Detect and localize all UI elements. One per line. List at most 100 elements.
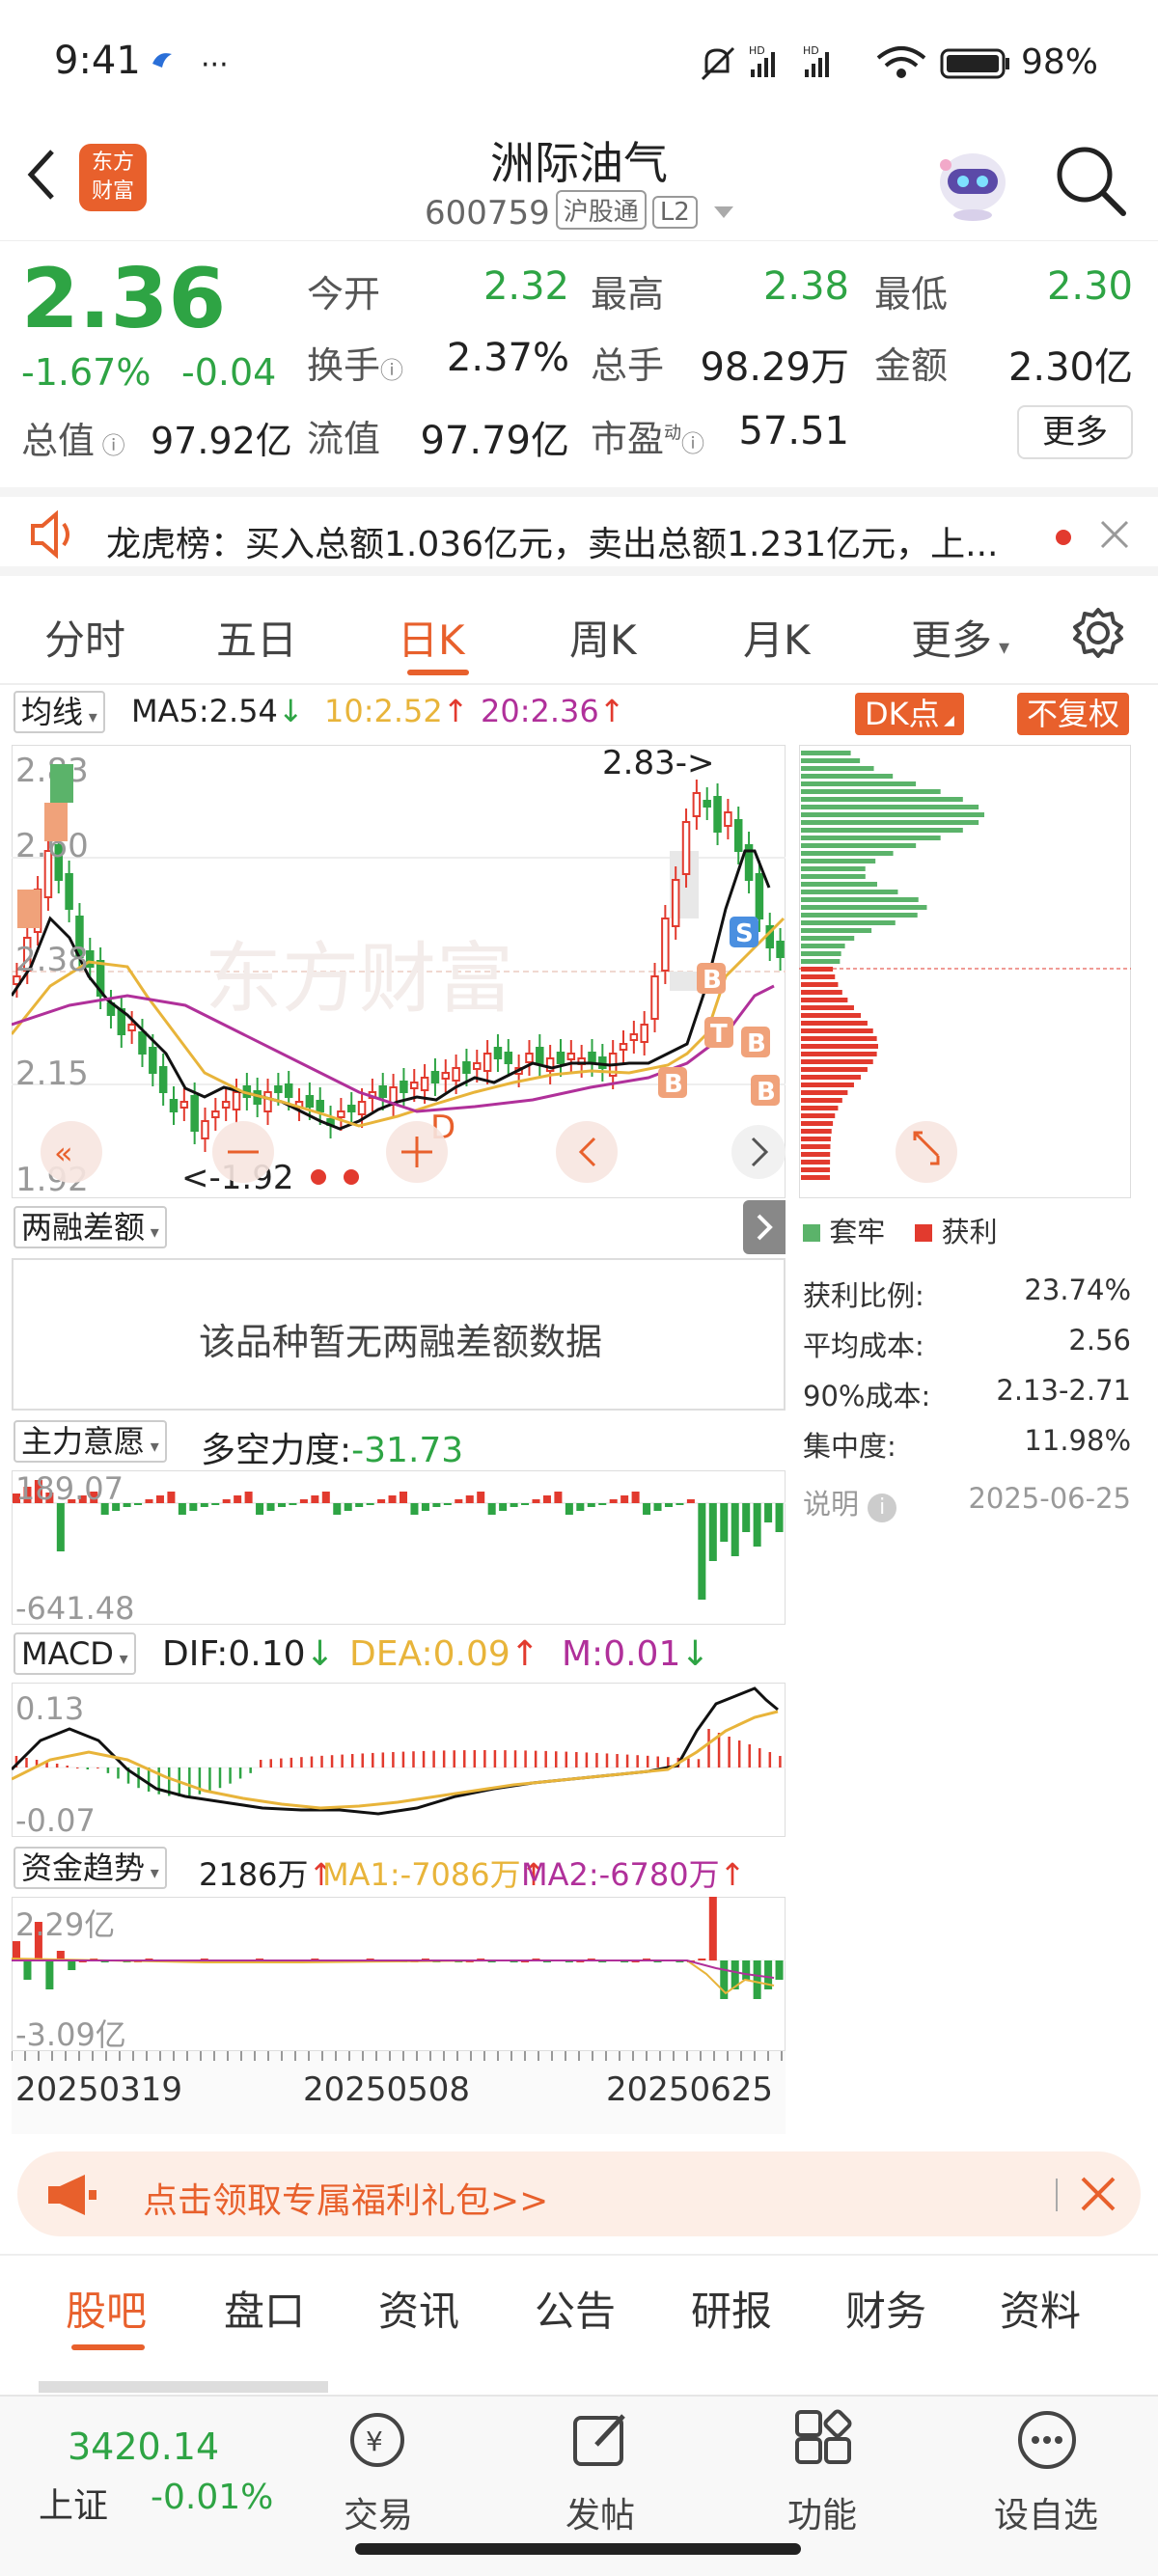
tab-announcements[interactable]: 公告 [535,2279,616,2338]
svg-text:B: B [747,1029,766,1058]
fund-bar [753,1960,761,1999]
kline-watermark: 东方财富 [205,934,513,1024]
main-force-selector[interactable]: 主力意愿 ▾ [14,1420,167,1463]
main-force-bar [499,1503,508,1511]
battery-percent: 98% [1021,42,1099,82]
macd-m: M:0.01↓ [562,1634,710,1674]
tab-5day[interactable]: 五日 [216,608,297,667]
nav-features[interactable]: 功能 [755,2487,890,2537]
main-force-bar [643,1503,651,1515]
tab-weekly-k[interactable]: 周K [569,608,637,667]
nav-trade[interactable]: 交易 [311,2487,446,2537]
fund-trend-chart[interactable]: 2.29亿 -3.09亿 [12,1897,786,2051]
tab-finance[interactable]: 财务 [845,2279,926,2338]
nav-post[interactable]: 发帖 [533,2487,668,2537]
chip-bar-trapped [801,897,919,902]
chip-bar-trapped [801,774,894,779]
main-force-bar [189,1503,198,1511]
chip-row-2: 90%成本: 2.13-2.71 [803,1374,1131,1412]
main-force-bar [200,1503,208,1507]
tab-daily-k[interactable]: 日K [398,608,465,667]
tab-intraday[interactable]: 分时 [44,608,125,667]
notice-bar[interactable]: 龙虎榜：买入总额1.036亿元，卖出总额1.231亿元，上... [0,487,1158,576]
info-icon[interactable]: ⓘ [95,432,125,459]
macd-bar [605,1753,609,1768]
dk-point-button[interactable]: DK点 ◢ [855,693,964,735]
macd-chart[interactable]: 0.13 -0.07 [12,1683,786,1837]
robot-assistant-icon[interactable] [926,132,1019,225]
settings-gear-icon[interactable] [1071,606,1125,660]
trade-icon[interactable]: ¥ [345,2408,409,2472]
chip-bar-trapped [801,781,917,786]
macd-bar [86,1768,90,1769]
post-icon[interactable] [569,2408,633,2472]
macd-bar [25,1758,28,1768]
turnover-label: 换手ⓘ [307,344,404,387]
fund-bar [708,1897,717,1960]
nav-add-watchlist[interactable]: 设自选 [979,2487,1114,2537]
chip-bar-profit [801,1144,831,1149]
svg-text:«: « [54,1135,73,1171]
macd-selector[interactable]: MACD ▾ [14,1632,136,1675]
fund-selector[interactable]: 资金趋势 ▾ [14,1847,167,1889]
fund-bar [698,1959,706,1960]
macd-bar [55,1764,59,1768]
candle-body [410,1082,419,1089]
ma-selector[interactable]: 均线 ▾ [14,691,105,733]
chip-bar-trapped [801,882,877,887]
info-icon[interactable]: ⓘ [380,357,403,384]
chip-note-row[interactable]: 说明 i 2025-06-25 [803,1482,1131,1522]
candle-body [263,1091,272,1112]
adjust-button[interactable]: 不复权 [1017,693,1130,735]
chip-bar-profit [801,1021,868,1026]
macd-bar [401,1751,405,1768]
chip-bar-profit [801,1098,842,1103]
index-ticker[interactable]: 3420.14 上证 -0.01% [0,2397,290,2541]
close-icon[interactable] [1098,518,1131,551]
candle-body [671,879,680,927]
tab-profile[interactable]: 资料 [1000,2279,1081,2338]
margin-selector[interactable]: 两融差额 ▾ [14,1206,167,1248]
chip-bar-profit [801,1005,854,1010]
main-force-chart[interactable]: 189.07 -641.48 [12,1470,786,1625]
candle-body [357,1101,367,1115]
tab-more[interactable]: 更多 ▾ [911,608,1009,667]
main-force-bar [487,1503,496,1515]
info-icon[interactable]: ⓘ [681,430,704,457]
expand-panel-button[interactable] [743,1200,786,1254]
macd-bar [504,1750,507,1768]
change-amount: -0.04 [181,351,277,394]
candle-body [661,918,670,972]
chip-bar-trapped [801,828,963,833]
candle-body [536,1047,544,1064]
more-button[interactable]: 更多 [1017,405,1133,459]
promo-banner[interactable]: 点击领取专属福利礼包>> [17,2151,1141,2236]
chip-distribution[interactable] [799,745,1131,1198]
tab-forum[interactable]: 股吧 [66,2279,147,2338]
index-change: -0.01% [151,2478,274,2517]
date-label-1: 20250508 [303,2070,471,2109]
macd-bar [697,1759,701,1768]
search-icon[interactable] [1052,142,1129,219]
amount-value: 2.30亿 [1007,345,1133,390]
chip-row-1: 平均成本: 2.56 [803,1324,1131,1362]
promo-divider [1056,2179,1058,2211]
legend-trapped-swatch [803,1224,820,1242]
tab-news[interactable]: 资讯 [378,2279,459,2338]
macd-bar [768,1752,772,1768]
stock-subtitle[interactable]: 600759 沪股通 L2 [425,190,733,233]
candle-body [650,975,659,1020]
main-force-bar [421,1503,429,1511]
main-force-bar [344,1503,352,1511]
features-icon[interactable] [791,2408,855,2472]
tab-research[interactable]: 研报 [691,2279,772,2338]
add-watchlist-icon[interactable] [1015,2408,1079,2472]
main-force-bar [256,1503,264,1515]
promo-close-icon[interactable] [1079,2175,1117,2213]
kline-chart[interactable]: 东方财富 2.83 2.60 2.38 2.15 1.92 2.83-> <-1… [12,745,786,1198]
tab-orderbook[interactable]: 盘口 [224,2279,305,2338]
last-price: 2.36 [21,251,227,347]
tab-monthly-k[interactable]: 月K [743,608,811,667]
main-force-bar [222,1499,231,1503]
chip-bar-trapped [801,836,941,840]
